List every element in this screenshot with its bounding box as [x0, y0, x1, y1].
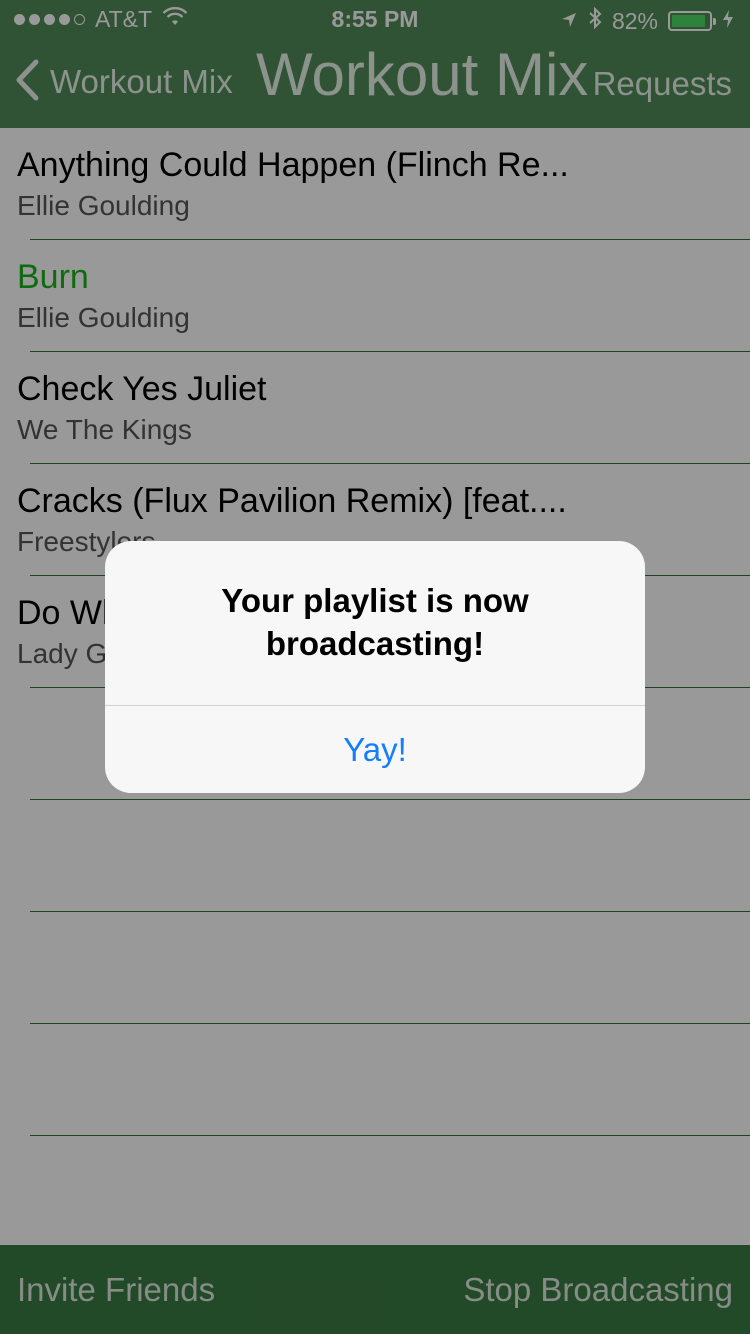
alert-confirm-button[interactable]: Yay! [105, 706, 645, 793]
alert-message: Your playlist is now broadcasting! [221, 582, 529, 662]
broadcast-alert: Your playlist is now broadcasting! Yay! [105, 541, 645, 793]
